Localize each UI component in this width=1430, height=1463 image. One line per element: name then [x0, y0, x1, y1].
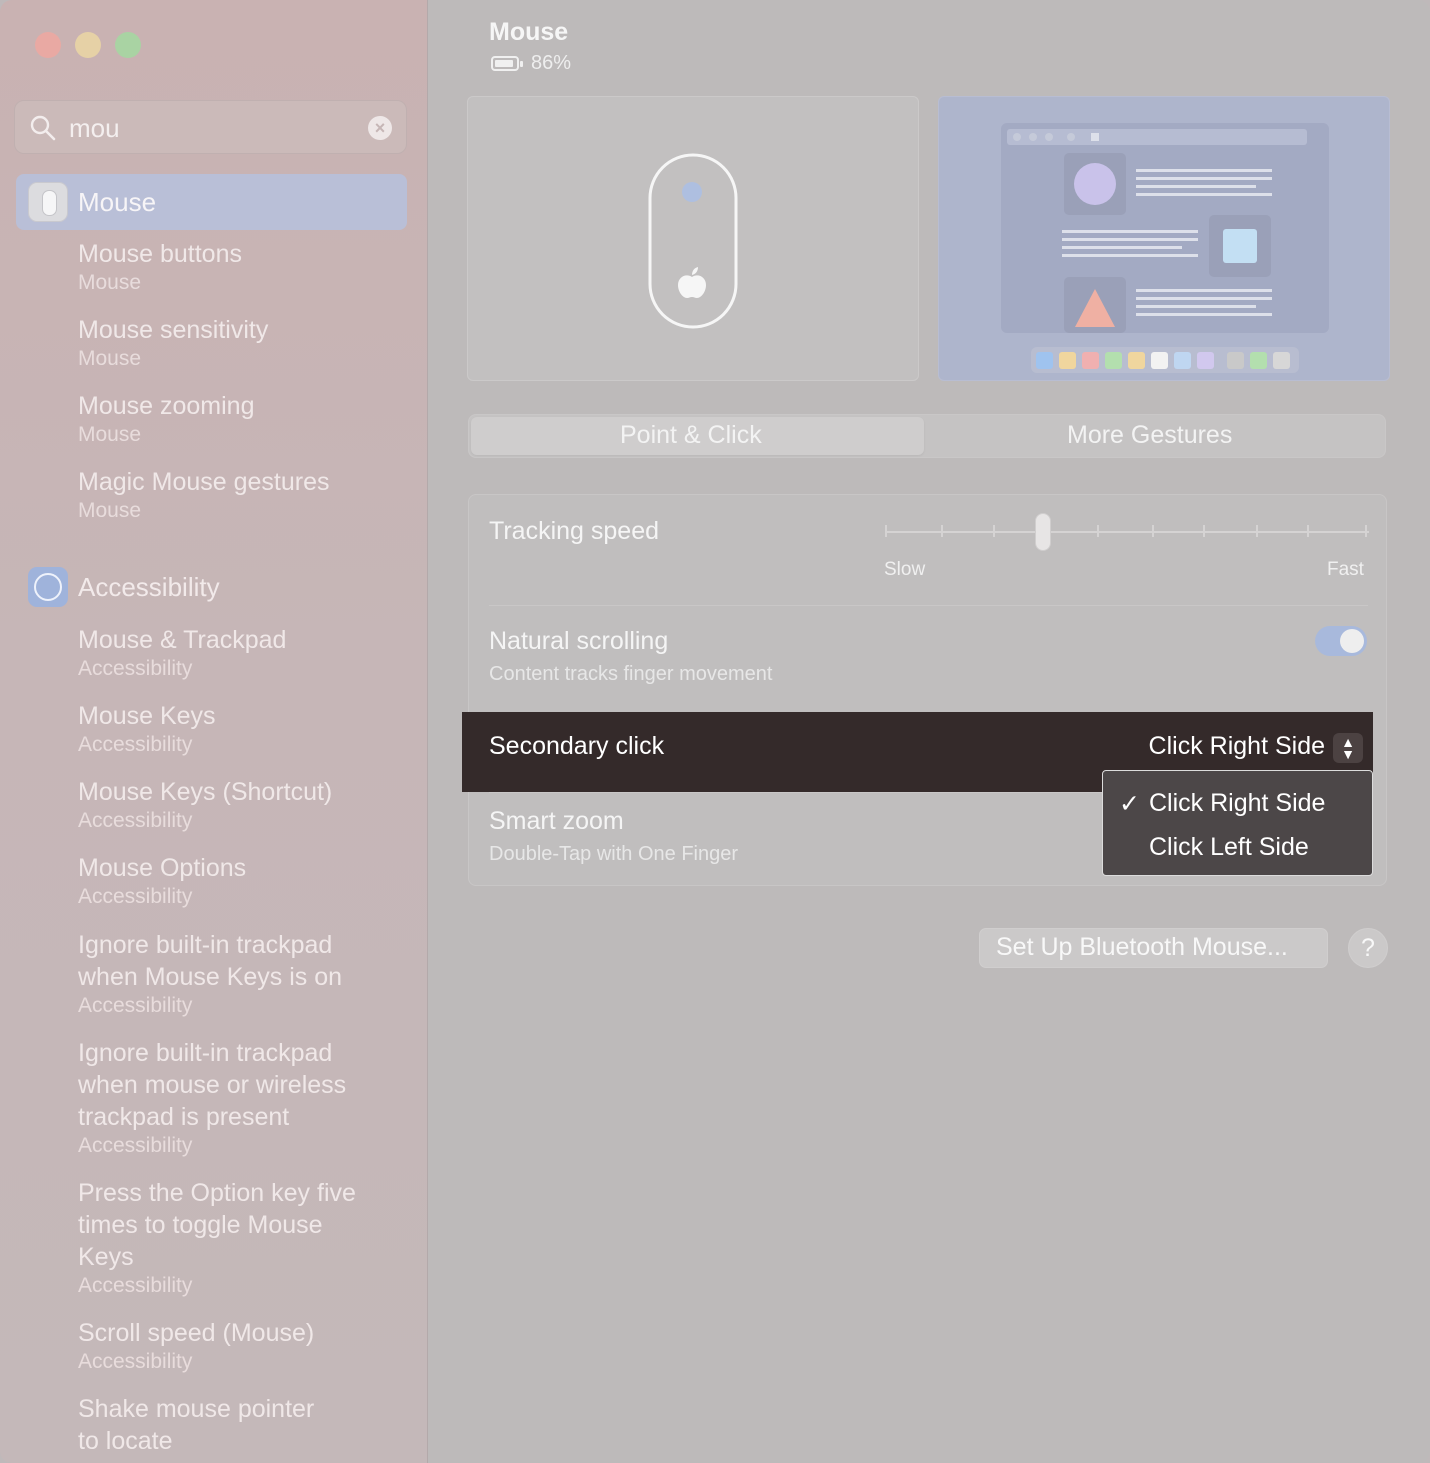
search-result[interactable]: Shake mouse pointer to locate	[78, 1393, 314, 1457]
smart-zoom-description: Double-Tap with One Finger	[489, 843, 739, 865]
battery-percent: 86%	[531, 52, 572, 74]
minimize-window-button[interactable]	[75, 32, 101, 58]
search-result-category: Accessibility	[78, 733, 193, 756]
chevron-up-down-icon[interactable]: ▲ ▼	[1333, 733, 1363, 763]
search-result[interactable]: Mouse Keys Accessibility	[78, 700, 216, 758]
search-result-category: Accessibility	[78, 657, 193, 680]
battery-status: 86%	[491, 52, 571, 75]
tab-more-gestures[interactable]: More Gestures	[1067, 421, 1232, 450]
bluetooth-button-label: Set Up Bluetooth Mouse...	[996, 933, 1288, 961]
secondary-click-popup[interactable]: Click Right Side	[1149, 732, 1325, 761]
search-result[interactable]: Mouse Keys (Shortcut) Accessibility	[78, 776, 332, 834]
mouse-pane-icon	[28, 182, 68, 222]
natural-scrolling-toggle[interactable]	[1315, 626, 1367, 656]
search-result-category: Accessibility	[78, 885, 193, 908]
slider-knob[interactable]	[1035, 513, 1052, 551]
zoom-window-button[interactable]	[115, 32, 141, 58]
natural-scrolling-label: Natural scrolling	[489, 627, 669, 655]
search-result-title-line: times to toggle Mouse	[78, 1211, 323, 1239]
search-icon	[30, 115, 56, 141]
search-result-title-line: to locate	[78, 1427, 173, 1455]
menu-item-click-left-side[interactable]: Click Left Side	[1149, 833, 1309, 862]
search-result[interactable]: Ignore built-in trackpad when mouse or w…	[78, 1037, 346, 1159]
search-result-title-line: trackpad is present	[78, 1103, 290, 1131]
search-result-title: Mouse zooming	[78, 392, 255, 420]
secondary-click-label: Secondary click	[489, 732, 665, 760]
search-result[interactable]: Press the Option key five times to toggl…	[78, 1177, 356, 1299]
close-window-button[interactable]	[35, 32, 61, 58]
pane-title: Mouse	[489, 18, 569, 46]
natural-scrolling-description: Content tracks finger movement	[489, 663, 773, 685]
search-result-title: Mouse Keys	[78, 702, 216, 730]
search-result-title: Mouse buttons	[78, 240, 242, 268]
search-result-category: Accessibility	[78, 1350, 193, 1373]
search-result-category: Mouse	[78, 499, 142, 522]
accessibility-section-label: Accessibility	[78, 572, 220, 602]
apple-logo-icon	[678, 267, 706, 298]
search-result-title-line: Press the Option key five	[78, 1179, 356, 1207]
accessibility-icon	[28, 567, 68, 607]
search-result-category: Mouse	[78, 423, 142, 446]
tab-bar: Point & Click More Gestures	[468, 414, 1386, 458]
search-result[interactable]: Mouse buttons Mouse	[78, 238, 242, 296]
gesture-preview-panel	[938, 96, 1390, 381]
sidebar-item-mouse[interactable]: Mouse	[16, 174, 407, 230]
mouse-illustration-panel	[467, 96, 919, 381]
search-result[interactable]: Ignore built-in trackpad when Mouse Keys…	[78, 929, 342, 1019]
desktop-preview-illustration	[1001, 123, 1329, 373]
search-result[interactable]: Scroll speed (Mouse) Accessibility	[78, 1317, 314, 1375]
tab-point-and-click[interactable]: Point & Click	[620, 421, 762, 450]
checkmark-icon: ✓	[1119, 790, 1140, 818]
search-result[interactable]: Mouse sensitivity Mouse	[78, 314, 268, 372]
search-result-category: Mouse	[78, 271, 142, 294]
search-result-title-line: when mouse or wireless	[78, 1071, 347, 1099]
search-result-title-line: Ignore built-in trackpad	[78, 1039, 333, 1067]
set-up-bluetooth-mouse-button[interactable]: Set Up Bluetooth Mouse...	[979, 928, 1328, 968]
sidebar-item-label: Mouse	[78, 187, 157, 217]
search-result-title-line: Shake mouse pointer	[78, 1395, 315, 1423]
sidebar: mou × Mouse Mouse buttons Mouse Mouse se…	[0, 0, 428, 1463]
divider	[489, 605, 1368, 606]
search-result[interactable]: Mouse Options Accessibility	[78, 852, 246, 910]
search-result-title: Magic Mouse gestures	[78, 468, 330, 496]
search-result-category: Mouse	[78, 347, 142, 370]
search-result[interactable]: Magic Mouse gestures Mouse	[78, 466, 330, 524]
magic-mouse-illustration	[648, 153, 738, 329]
window-controls	[35, 32, 141, 58]
system-preferences-window: mou × Mouse Mouse buttons Mouse Mouse se…	[0, 0, 1430, 1463]
fast-label: Fast	[1327, 559, 1364, 580]
search-result-title: Mouse Options	[78, 854, 247, 882]
search-result-category: Accessibility	[78, 1274, 193, 1297]
battery-icon	[491, 56, 519, 71]
search-result-category: Accessibility	[78, 994, 193, 1017]
search-result-title: Mouse & Trackpad	[78, 626, 287, 654]
tracking-speed-label: Tracking speed	[489, 517, 659, 545]
search-result-category: Accessibility	[78, 1134, 193, 1157]
search-input[interactable]: mou	[69, 113, 120, 144]
search-result-title-line: Keys	[78, 1243, 134, 1271]
search-result[interactable]: Mouse & Trackpad Accessibility	[78, 624, 286, 682]
clear-search-icon[interactable]: ×	[368, 116, 392, 140]
help-button[interactable]: ?	[1348, 928, 1388, 968]
smart-zoom-label: Smart zoom	[489, 807, 624, 835]
menu-item-click-right-side[interactable]: Click Right Side	[1149, 789, 1325, 818]
search-result-title: Mouse sensitivity	[78, 316, 269, 344]
search-field[interactable]: mou ×	[14, 100, 407, 154]
secondary-click-menu: ✓ Click Right Side Click Left Side	[1102, 770, 1373, 876]
search-result-title: Scroll speed (Mouse)	[78, 1319, 315, 1347]
slow-label: Slow	[884, 559, 926, 580]
search-result-title: Mouse Keys (Shortcut)	[78, 778, 333, 806]
search-result[interactable]: Mouse zooming Mouse	[78, 390, 254, 448]
search-result-title-line: when Mouse Keys is on	[78, 963, 343, 991]
search-result-category: Accessibility	[78, 809, 193, 832]
search-result-title-line: Ignore built-in trackpad	[78, 931, 333, 959]
